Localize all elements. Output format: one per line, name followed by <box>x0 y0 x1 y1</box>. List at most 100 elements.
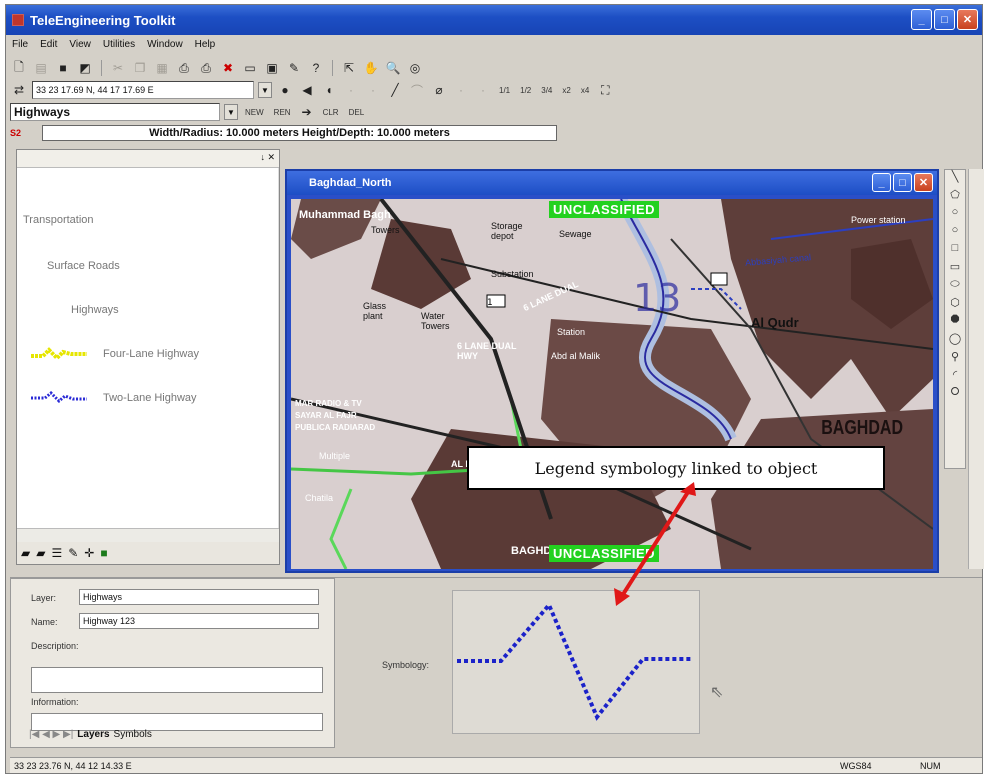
map-label-sewage: Sewage <box>559 229 592 239</box>
globe-icon[interactable]: ◎ <box>406 59 424 77</box>
menu-utilities[interactable]: Utilities <box>103 39 135 55</box>
pencil-icon[interactable]: ✎ <box>285 59 303 77</box>
rectangle-tool-icon[interactable]: ▭ <box>945 260 965 278</box>
tab-layers[interactable]: Layers <box>77 729 109 740</box>
size-label: S2 <box>10 128 22 138</box>
delete-layer-button[interactable]: DEL <box>346 108 368 117</box>
tab-symbols[interactable]: Symbols <box>114 729 152 740</box>
close-icon[interactable]: ↓ ✕ <box>260 152 275 163</box>
menu-window[interactable]: Window <box>147 39 183 55</box>
close-button[interactable]: ✕ <box>957 9 978 30</box>
list-icon[interactable]: ☰ <box>51 546 62 560</box>
pin-tool-icon[interactable]: ⚲ <box>945 350 965 368</box>
circle-tool-icon[interactable]: ○ <box>945 224 965 242</box>
horizontal-scrollbar[interactable] <box>17 528 279 542</box>
layer-icon[interactable]: ▰ <box>36 546 45 560</box>
save-all-icon[interactable]: ◩ <box>76 59 94 77</box>
pan-icon[interactable]: ✋ <box>362 59 380 77</box>
right-dock-strip <box>968 169 984 569</box>
minimize-button[interactable]: _ <box>911 9 932 30</box>
fit-icon[interactable]: ⛶ <box>596 81 614 99</box>
copy-icon[interactable]: ❐ <box>131 59 149 77</box>
maximize-button[interactable]: □ <box>934 9 955 30</box>
disabled-tool-icon: · <box>349 83 353 97</box>
legend-panel-titlebar: ↓ ✕ <box>17 150 279 168</box>
brush-icon[interactable]: ✎ <box>68 546 78 560</box>
point-icon[interactable]: ● <box>276 81 294 99</box>
folder-icon[interactable]: ▰ <box>21 546 30 560</box>
symbology-label: Symbology: <box>382 660 430 670</box>
new-layer-button[interactable]: NEW <box>242 108 267 117</box>
clear-layer-button[interactable]: CLR <box>320 108 342 117</box>
coordinate-field[interactable]: 33 23 17.69 N, 44 17 17.69 E <box>32 81 254 99</box>
menu-file[interactable]: File <box>12 39 28 55</box>
arc-tool-icon[interactable]: ◜ <box>945 368 965 386</box>
layer-field[interactable]: Highways <box>79 589 319 605</box>
status-coordinate: 33 23 23.76 N, 44 12 14.33 E <box>14 760 132 771</box>
square-tool-icon[interactable]: □ <box>945 242 965 260</box>
help-icon[interactable]: ? <box>307 59 325 77</box>
scale-x4-button[interactable]: x4 <box>578 86 592 95</box>
window-icon[interactable]: ▭ <box>241 59 259 77</box>
scale-x2-button[interactable]: x2 <box>559 86 573 95</box>
map-canvas[interactable]: 1 13 Muhammad Bagh Towers Storage depot … <box>291 199 933 569</box>
menu-edit[interactable]: Edit <box>40 39 57 55</box>
menu-help[interactable]: Help <box>195 39 216 55</box>
open-file-icon[interactable]: ▤ <box>32 59 50 77</box>
tree-node-surface-roads[interactable]: Surface Roads <box>47 260 120 272</box>
image-icon[interactable]: ▣ <box>263 59 281 77</box>
octagon-tool-icon[interactable]: ⯃ <box>945 314 965 332</box>
angle-icon[interactable]: ◀ <box>298 81 316 99</box>
chevron-down-icon[interactable]: ▼ <box>258 82 272 98</box>
scale-3-4-button[interactable]: 3/4 <box>538 86 555 95</box>
zoom-icon[interactable]: 🔍 <box>384 59 402 77</box>
circle-tool-icon[interactable]: ○ <box>945 206 965 224</box>
mouse-cursor-icon: ⇖ <box>710 684 724 701</box>
description-field[interactable] <box>31 667 323 693</box>
menu-bar: File Edit View Utilities Window Help <box>6 39 215 55</box>
tree-node-transportation[interactable]: Transportation <box>23 214 94 226</box>
layer-toolbar: Highways ▼ NEW REN ➔ CLR DEL <box>10 101 367 123</box>
line-tool-icon[interactable]: ╲ <box>945 170 965 188</box>
tree-node-two-lane-highway[interactable]: Two-Lane Highway <box>103 392 197 404</box>
pointer-icon[interactable]: ⇱ <box>340 59 358 77</box>
print-preview-icon[interactable]: ⎙ <box>197 59 215 77</box>
classification-banner-top: UNCLASSIFIED <box>549 201 660 218</box>
polygon-tool-icon[interactable]: ⬠ <box>945 188 965 206</box>
tree-node-highways[interactable]: Highways <box>71 304 119 316</box>
print-icon[interactable]: ⎙ <box>175 59 193 77</box>
ellipse-tool-icon[interactable]: ⬭ <box>945 278 965 296</box>
circle-outline-tool-icon[interactable]: ◯ <box>945 332 965 350</box>
goto-icon[interactable]: ⇄ <box>10 81 28 99</box>
menu-view[interactable]: View <box>69 39 91 55</box>
rename-layer-button[interactable]: REN <box>271 108 294 117</box>
name-field[interactable]: Highway 123 <box>79 613 319 629</box>
save-icon[interactable]: ■ <box>54 59 72 77</box>
maximize-button[interactable]: □ <box>893 173 912 192</box>
no-symbol-icon[interactable]: ⌀ <box>430 81 448 99</box>
cut-icon[interactable]: ✂ <box>109 59 127 77</box>
scale-1-1-button[interactable]: 1/1 <box>496 86 513 95</box>
chevron-down-icon[interactable]: ▼ <box>224 104 238 120</box>
map-icon[interactable]: ■ <box>100 546 107 560</box>
tab-nav-arrows[interactable]: |◀ ◀ ▶ ▶| <box>29 729 73 740</box>
close-button[interactable]: ✕ <box>914 173 933 192</box>
half-circle-icon[interactable]: ◖ <box>320 81 338 99</box>
crosshair-icon[interactable]: ✛ <box>84 546 94 560</box>
paste-icon[interactable]: ▦ <box>153 59 171 77</box>
map-window: Baghdad_North _ □ ✕ 1 13 Muhammad Bagh T… <box>285 169 939 573</box>
minimize-button[interactable]: _ <box>872 173 891 192</box>
ring-tool-icon[interactable]: ⭘ <box>945 386 965 404</box>
layer-select[interactable]: Highways <box>10 103 220 121</box>
scale-1-2-button[interactable]: 1/2 <box>517 86 534 95</box>
delete-icon[interactable]: ✖ <box>219 59 237 77</box>
arrow-right-icon[interactable]: ➔ <box>298 103 316 121</box>
symbology-preview[interactable] <box>452 590 700 734</box>
curve-icon[interactable]: ⌒ <box>408 81 426 99</box>
new-file-icon[interactable]: 🗋 <box>10 59 28 77</box>
line-icon[interactable]: ╱ <box>386 81 404 99</box>
map-window-title: Baghdad_North <box>287 171 937 195</box>
hexagon-tool-icon[interactable]: ⬡ <box>945 296 965 314</box>
tree-node-four-lane-highway[interactable]: Four-Lane Highway <box>103 348 199 360</box>
map-label-publica: PUBLICA RADIARAD <box>295 423 376 432</box>
